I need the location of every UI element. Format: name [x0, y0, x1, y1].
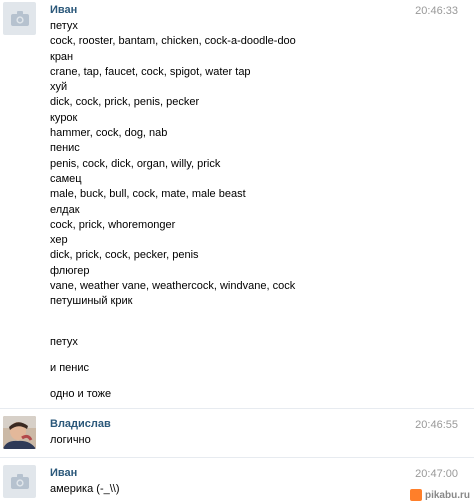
message-2: Владислав 20:46:55 логично	[0, 416, 474, 456]
message-author[interactable]: Иван	[50, 4, 77, 16]
message-line: самец	[50, 172, 82, 185]
message-line: петух	[50, 336, 78, 348]
message-line: penis, cock, dick, organ, willy, prick	[50, 157, 221, 170]
message-divider	[0, 408, 474, 409]
message-divider	[0, 457, 474, 458]
message-line: курок	[50, 111, 78, 124]
message-line: хуй	[50, 81, 68, 94]
message-line: логично	[50, 434, 91, 446]
avatar[interactable]	[3, 416, 36, 449]
camera-icon	[11, 11, 29, 26]
user-photo-icon	[3, 416, 36, 449]
message-body: петух cock, rooster, bantam, chicken, co…	[50, 19, 296, 310]
message-1: Иван 20:46:33 петух cock, rooster, banta…	[0, 2, 474, 407]
message-line: dick, prick, cock, pecker, penis	[50, 249, 199, 262]
message-line: crane, tap, faucet, cock, spigot, water …	[50, 65, 251, 78]
message-line: hammer, cock, dog, nab	[50, 127, 168, 140]
message-line: cock, rooster, bantam, chicken, cock-a-d…	[50, 35, 296, 48]
message-line: одно и тоже	[50, 388, 112, 400]
avatar[interactable]	[3, 2, 36, 35]
avatar[interactable]	[3, 465, 36, 498]
message-line: елдак	[50, 203, 80, 216]
message-line: америка (-_\\)	[50, 483, 120, 495]
pikabu-logo-icon	[409, 489, 422, 501]
message-author[interactable]: Владислав	[50, 418, 111, 430]
message-3: Иван 20:47:00 америка (-_\\)	[0, 465, 474, 504]
watermark-text: pikabu.ru	[424, 489, 470, 501]
watermark: pikabu.ru	[409, 489, 470, 501]
message-line: vane, weather vane, weathercock, windvan…	[50, 280, 296, 293]
message-line: хер	[50, 234, 68, 247]
message-time[interactable]: 20:47:00	[415, 468, 458, 480]
camera-icon	[11, 474, 29, 489]
message-body: америка (-_\\)	[50, 482, 120, 497]
message-author[interactable]: Иван	[50, 467, 77, 479]
message-body: логично	[50, 433, 91, 448]
message-line: dick, cock, prick, penis, pecker	[50, 96, 200, 109]
message-time[interactable]: 20:46:33	[415, 5, 458, 17]
message-line: male, buck, bull, cock, mate, male beast	[50, 188, 246, 201]
message-line: петух	[50, 20, 78, 32]
message-line: петушиный крик	[50, 295, 133, 308]
message-line: флюгер	[50, 264, 90, 277]
message-line: и пенис	[50, 362, 89, 374]
message-time[interactable]: 20:46:55	[415, 419, 458, 431]
message-line: cock, prick, whoremonger	[50, 218, 176, 231]
message-line: кран	[50, 50, 74, 63]
message-line: пенис	[50, 142, 80, 155]
